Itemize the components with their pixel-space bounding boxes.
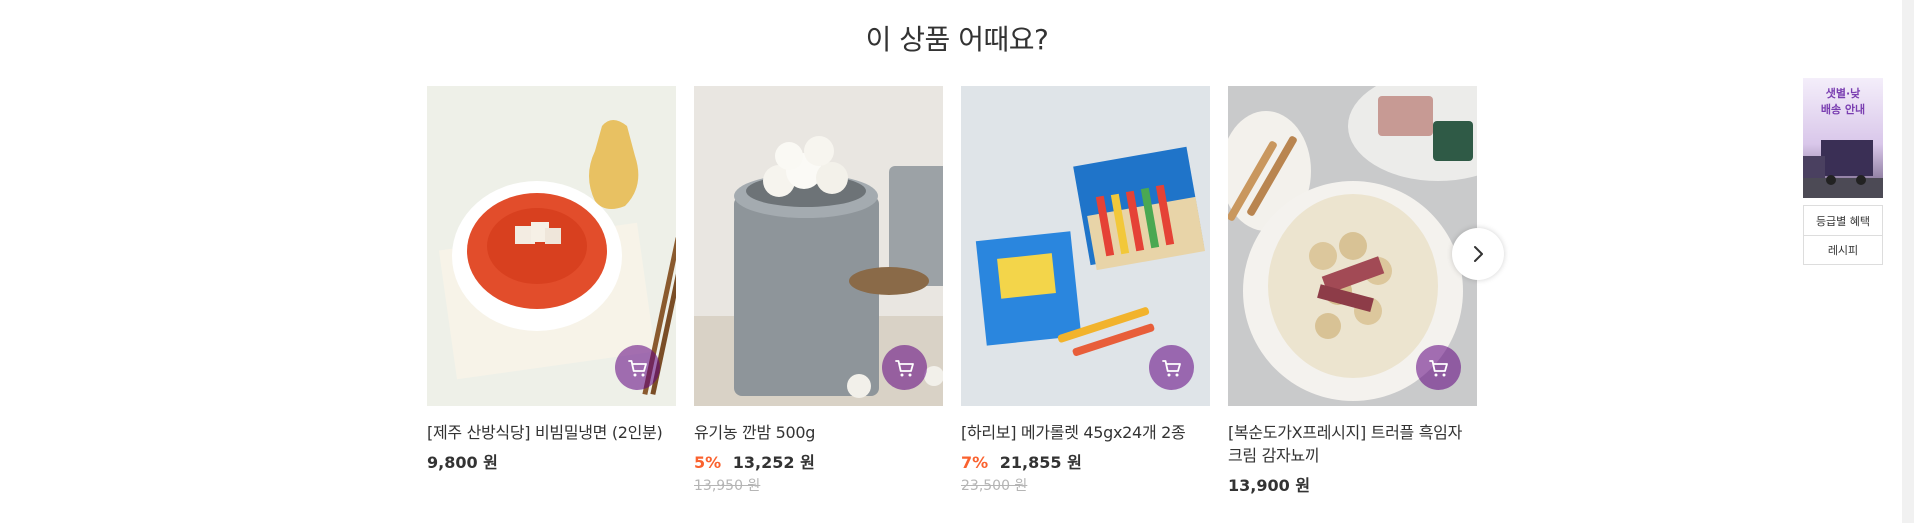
cart-icon: [894, 359, 914, 376]
product-card[interactable]: [하리보] 메가롤렛 45gx24개 2종 7% 21,855 원 23,500…: [961, 86, 1210, 495]
discount-rate: 7%: [961, 453, 989, 472]
add-to-cart-button[interactable]: [615, 345, 660, 390]
product-card[interactable]: [제주 산방식당] 비빔밀냉면 (2인분) 9,800 원: [427, 86, 676, 474]
chevron-right-icon: [1474, 246, 1483, 262]
price-row: 13,900 원: [1228, 475, 1477, 497]
price-row: 7% 21,855 원: [961, 452, 1210, 474]
add-to-cart-button[interactable]: [882, 345, 927, 390]
cart-icon: [1161, 359, 1181, 376]
product-card[interactable]: [복순도가X프레시지] 트러플 흑임자 크림 감자뇨끼 13,900 원: [1228, 86, 1477, 497]
add-to-cart-button[interactable]: [1416, 345, 1461, 390]
side-item-recipe[interactable]: 레시피: [1804, 235, 1882, 264]
section-title: 이 상품 어때요?: [865, 23, 1049, 56]
product-name[interactable]: [제주 산방식당] 비빔밀냉면 (2인분): [427, 421, 676, 444]
product-name[interactable]: [복순도가X프레시지] 트러플 흑임자 크림 감자뇨끼: [1228, 421, 1477, 467]
side-quick-menu: 등급별 혜택 레시피: [1803, 205, 1883, 265]
delivery-guide-banner[interactable]: 샛별·낮 배송 안내: [1803, 78, 1883, 198]
original-price: 13,950 원: [694, 478, 761, 494]
scrollbar[interactable]: [1902, 0, 1914, 523]
discount-rate: 5%: [694, 453, 722, 472]
delivery-banner-text: 샛별·낮 배송 안내: [1820, 87, 1866, 116]
price-row: 5% 13,252 원: [694, 452, 943, 474]
product-name[interactable]: 유기농 깐밤 500g: [694, 421, 943, 444]
original-price: 23,500 원: [961, 478, 1028, 494]
product-name[interactable]: [하리보] 메가롤렛 45gx24개 2종: [961, 421, 1210, 444]
product-price: 9,800 원: [427, 453, 498, 472]
add-to-cart-button[interactable]: [1149, 345, 1194, 390]
product-image[interactable]: [694, 86, 943, 406]
product-image[interactable]: [961, 86, 1210, 406]
cart-icon: [627, 359, 647, 376]
product-price: 13,252 원: [732, 453, 815, 472]
product-price: 13,900 원: [1228, 476, 1311, 495]
side-item-grade-benefits[interactable]: 등급별 혜택: [1804, 206, 1882, 235]
product-card[interactable]: 유기농 깐밤 500g 5% 13,252 원 13,950 원: [694, 86, 943, 495]
product-price: 21,855 원: [999, 453, 1082, 472]
product-carousel: [제주 산방식당] 비빔밀냉면 (2인분) 9,800 원 유기농 깐밤 500…: [427, 86, 1477, 506]
carousel-next-button[interactable]: [1452, 228, 1504, 280]
price-row: 9,800 원: [427, 452, 676, 474]
product-image[interactable]: [427, 86, 676, 406]
cart-icon: [1428, 359, 1448, 376]
product-image[interactable]: [1228, 86, 1477, 406]
